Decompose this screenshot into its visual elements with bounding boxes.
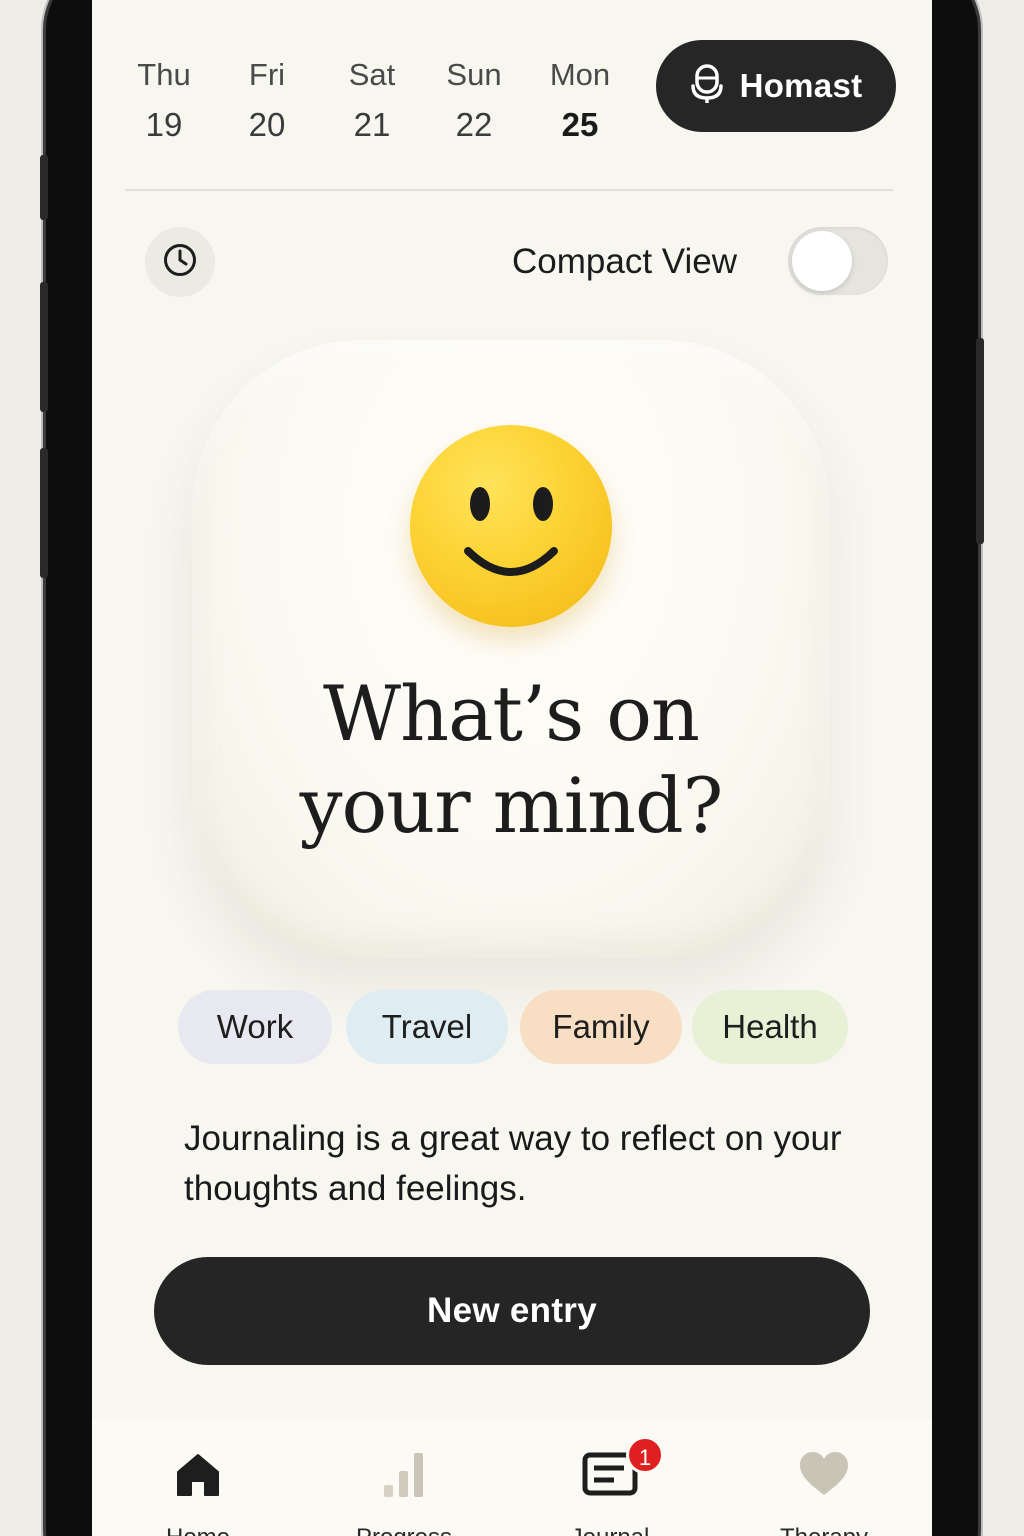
tag-travel[interactable]: Travel (346, 990, 508, 1064)
nav-item-home[interactable]: Home (118, 1448, 278, 1536)
new-entry-label: New entry (427, 1291, 597, 1330)
description-text: Journaling is a great way to reflect on … (184, 1119, 842, 1208)
date-day-label: Thu (137, 57, 191, 92)
date-number: 20 (248, 106, 286, 143)
hero-title-line: your mind? (299, 761, 724, 850)
date-number: 19 (145, 106, 183, 143)
toggle-knob (792, 231, 852, 291)
tag-health[interactable]: Health (692, 990, 848, 1064)
date-day-label: Mon (549, 57, 611, 92)
heart-icon (798, 1451, 850, 1502)
tag-label: Work (216, 1008, 294, 1045)
date-sun[interactable]: Sun 22 (424, 50, 524, 150)
smiley-face-icon (410, 425, 612, 627)
app-screen: Thu 19 Fri 20 Sat 21 Sun 22 Mon 25 Homas… (92, 0, 932, 1536)
phone-volume-up (40, 282, 48, 412)
tag-family[interactable]: Family (520, 990, 682, 1064)
home-icon (174, 1450, 222, 1503)
new-entry-button[interactable]: New entry (154, 1257, 870, 1365)
date-fri[interactable]: Fri 20 (217, 50, 317, 150)
bar-chart-icon (380, 1449, 428, 1504)
hero-title: What’s on your mind? (192, 668, 830, 852)
date-mon[interactable]: Mon 25 (530, 50, 630, 150)
date-number: 22 (455, 106, 493, 143)
journal-badge: 1 (626, 1436, 664, 1474)
nav-item-journal[interactable]: 1 Journal (530, 1436, 690, 1536)
homast-button[interactable]: Homast (656, 40, 896, 132)
date-day-label: Fri (248, 57, 286, 92)
date-sat[interactable]: Sat 21 (322, 50, 422, 150)
phone-side-button (40, 155, 48, 220)
nav-item-progress[interactable]: Progress (324, 1448, 484, 1536)
date-number: 21 (353, 106, 391, 143)
date-day-label: Sat (348, 57, 396, 92)
tag-label: Travel (381, 1008, 473, 1045)
compact-view-label: Compact View (512, 242, 738, 281)
history-button[interactable] (145, 227, 215, 297)
nav-label-journal: Journal (530, 1524, 690, 1536)
tag-label: Health (722, 1008, 818, 1045)
date-number: 25 (561, 106, 599, 143)
nav-label-progress: Progress (324, 1524, 484, 1536)
tag-label: Family (552, 1008, 650, 1045)
phone-power-button (976, 338, 984, 544)
microphone-icon (690, 63, 724, 109)
hero-title-line: What’s on (323, 669, 700, 758)
nav-label-home: Home (118, 1524, 278, 1536)
phone-volume-down (40, 448, 48, 578)
tag-work[interactable]: Work (178, 990, 332, 1064)
date-day-label: Sun (446, 57, 502, 92)
clock-icon (162, 242, 198, 283)
homast-label: Homast (739, 67, 863, 104)
compact-view-toggle[interactable] (788, 227, 888, 295)
date-strip: Thu 19 Fri 20 Sat 21 Sun 22 Mon 25 (92, 50, 652, 160)
nav-item-therapy[interactable]: Therapy (744, 1448, 904, 1536)
header-divider (125, 189, 893, 191)
date-thu[interactable]: Thu 19 (114, 50, 214, 150)
nav-label-therapy: Therapy (744, 1524, 904, 1536)
bottom-nav: Home Progress (92, 1420, 932, 1536)
